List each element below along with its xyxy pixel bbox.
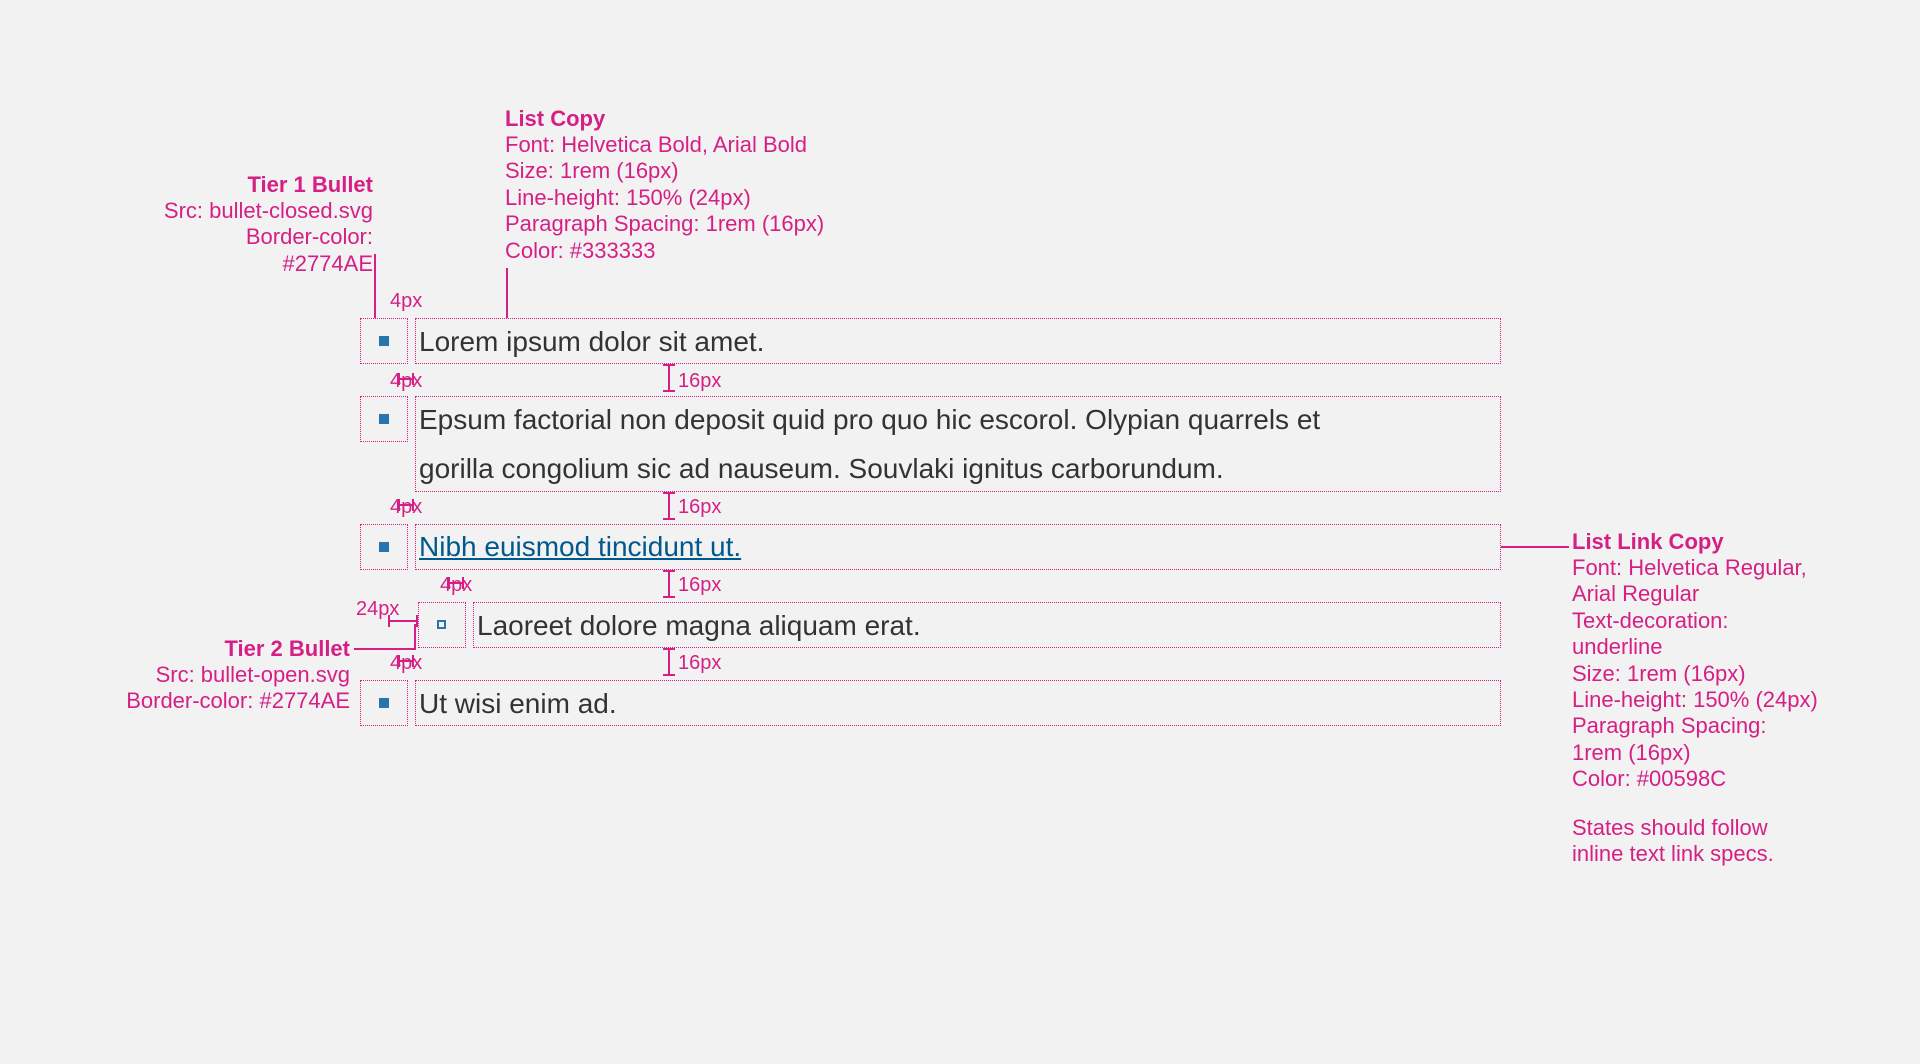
- bullet-closed-icon-5: [379, 698, 389, 708]
- tier2-src: Src: bullet-open.svg: [100, 662, 350, 688]
- dim-4px-r4b: 4px: [390, 652, 422, 675]
- list-item-link[interactable]: Nibh euismod tincidunt ut.: [419, 531, 741, 563]
- ll-n2: inline text link specs.: [1572, 841, 1832, 867]
- tier2-annotation: Tier 2 Bullet Src: bullet-open.svg Borde…: [100, 636, 350, 715]
- listcopy-title: List Copy: [505, 106, 824, 132]
- tier1-src: Src: bullet-closed.svg: [150, 198, 373, 224]
- list-item-2b: gorilla congolium sic ad nauseum. Souvla…: [419, 452, 1224, 486]
- dim-16px-r1t: 16px: [678, 370, 721, 393]
- tier2-connector-h: [354, 648, 414, 650]
- vsp-row2-text: [668, 492, 670, 520]
- listlink-title: List Link Copy: [1572, 529, 1832, 555]
- list-item-5: Ut wisi enim ad.: [419, 687, 617, 721]
- listcopy-l3: Line-height: 150% (24px): [505, 185, 824, 211]
- dim-4px-row1gap: 4px: [390, 290, 422, 313]
- tier2-title: Tier 2 Bullet: [100, 636, 350, 662]
- vsp-row4-text: [668, 648, 670, 676]
- ll-l5: Size: 1rem (16px): [1572, 661, 1832, 687]
- dim-4px-r1b: 4px: [390, 370, 422, 393]
- vsp-row1-text: [668, 364, 670, 392]
- dim-16px-r3t: 16px: [678, 574, 721, 597]
- listcopy-l1: Font: Helvetica Bold, Arial Bold: [505, 132, 824, 158]
- bullet-closed-icon: [379, 336, 389, 346]
- bullet-closed-icon-2: [379, 414, 389, 424]
- list-item-4: Laoreet dolore magna aliquam erat.: [477, 609, 921, 643]
- listcopy-l5: Color: #333333: [505, 238, 824, 264]
- dim-4px-r3b: 4px: [440, 574, 472, 597]
- ll-l1: Font: Helvetica Regular,: [1572, 555, 1832, 581]
- ll-l9: Color: #00598C: [1572, 766, 1832, 792]
- tier1-connector: [374, 254, 376, 318]
- vsp-row3-text: [668, 570, 670, 598]
- listcopy-annotation: List Copy Font: Helvetica Bold, Arial Bo…: [505, 106, 824, 264]
- ll-l2: Arial Regular: [1572, 581, 1832, 607]
- ll-l6: Line-height: 150% (24px): [1572, 687, 1832, 713]
- ll-l7: Paragraph Spacing:: [1572, 713, 1832, 739]
- dim-16px-r4t: 16px: [678, 652, 721, 675]
- tier1-annotation: Tier 1 Bullet Src: bullet-closed.svg Bor…: [150, 172, 373, 277]
- listcopy-l4: Paragraph Spacing: 1rem (16px): [505, 211, 824, 237]
- ll-l8: 1rem (16px): [1572, 740, 1832, 766]
- dim-4px-r2b: 4px: [390, 496, 422, 519]
- ll-n1: States should follow: [1572, 815, 1832, 841]
- listlink-annotation: List Link Copy Font: Helvetica Regular, …: [1572, 529, 1832, 867]
- dim-24px: 24px: [356, 598, 399, 621]
- listlink-connector: [1501, 546, 1569, 548]
- ll-l3: Text-decoration:: [1572, 608, 1832, 634]
- tier2-border: Border-color: #2774AE: [100, 688, 350, 714]
- ll-l4: underline: [1572, 634, 1832, 660]
- bullet-closed-icon-3: [379, 542, 389, 552]
- bullet-open-icon: [437, 620, 446, 629]
- listcopy-connector: [506, 268, 508, 318]
- tier2-connector-v: [414, 624, 416, 650]
- tier1-title: Tier 1 Bullet: [150, 172, 373, 198]
- dim-16px-r2t: 16px: [678, 496, 721, 519]
- listcopy-l2: Size: 1rem (16px): [505, 158, 824, 184]
- list-item-1: Lorem ipsum dolor sit amet.: [419, 325, 764, 359]
- list-item-2a: Epsum factorial non deposit quid pro quo…: [419, 403, 1320, 437]
- tier1-border: Border-color: #2774AE: [150, 224, 373, 277]
